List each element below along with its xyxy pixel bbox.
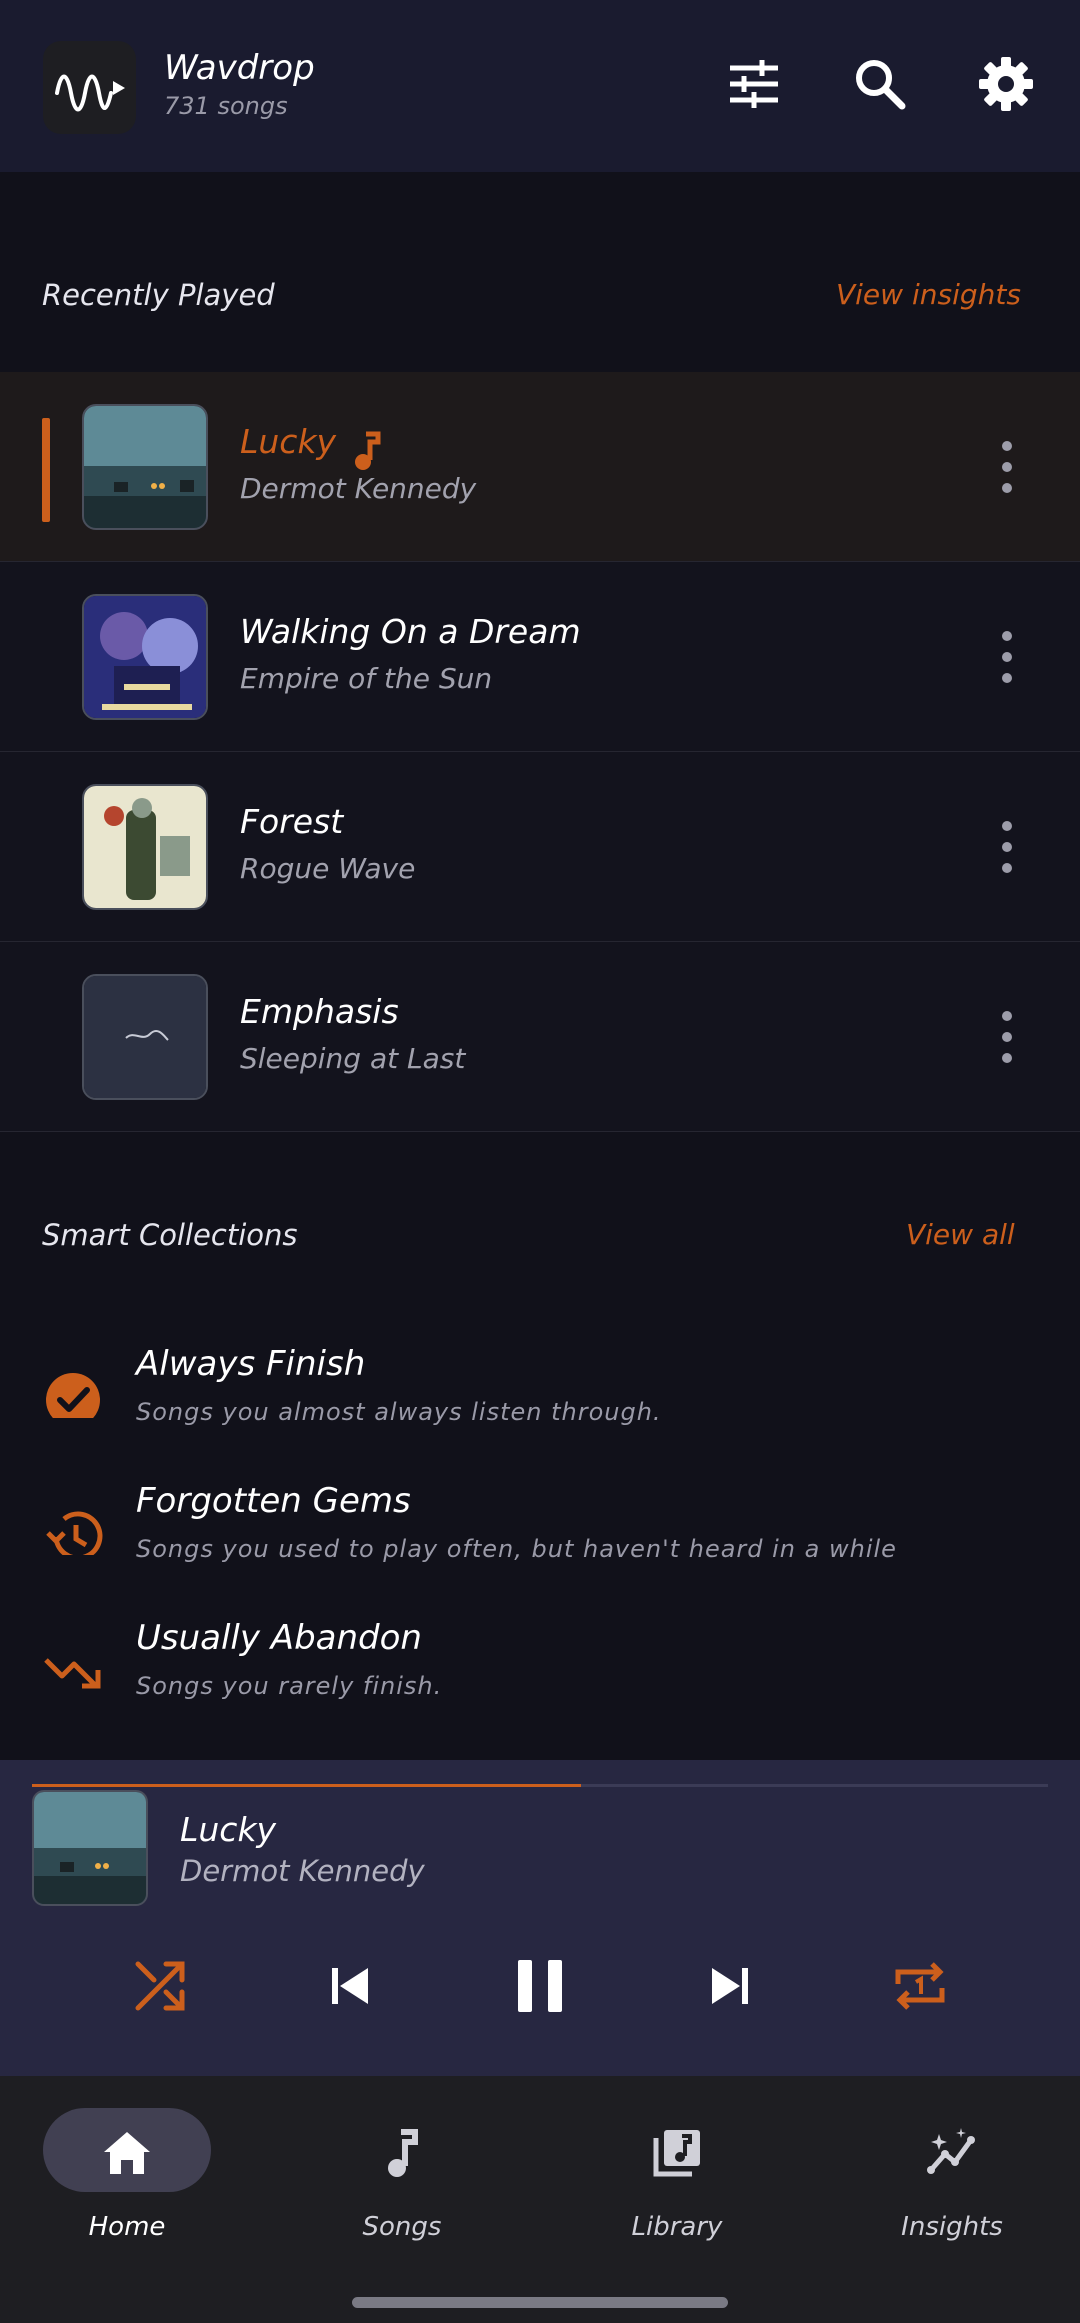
song-title: Walking On a Dream [240,612,581,651]
app-name: Wavdrop [164,48,315,88]
collection-description: Songs you almost always listen through. [136,1398,662,1426]
now-playing-indicator [42,418,50,522]
song-row[interactable]: Lucky Dermot Kennedy [0,372,1080,562]
previous-icon[interactable] [314,1950,386,2022]
collection-title: Usually Abandon [136,1618,422,1658]
song-artist: Sleeping at Last [240,1042,466,1075]
history-icon [42,1493,104,1561]
music-note-icon [375,2126,429,2180]
collection-title: Always Finish [136,1344,366,1384]
pause-icon[interactable] [504,1950,576,2022]
collection-title: Forgotten Gems [136,1481,411,1521]
nav-item-home[interactable]: Home [17,2108,237,2248]
view-insights-link[interactable]: View insights [836,278,1021,311]
now-playing-bar[interactable]: Lucky Dermot Kennedy [0,1760,1080,2076]
section-title-recently-played: Recently Played [42,278,275,312]
gear-icon[interactable] [976,54,1036,114]
collection-description: Songs you used to play often, but haven'… [136,1535,897,1563]
music-note-icon [346,428,386,472]
nav-item-insights[interactable]: Insights [842,2108,1062,2248]
progress-bar[interactable] [32,1784,1048,1787]
nav-label: Songs [362,2212,442,2242]
collection-item[interactable]: Always Finish Songs you almost always li… [0,1334,1080,1464]
song-count: 731 songs [164,92,288,120]
song-artist: Empire of the Sun [240,662,493,695]
section-title-smart-collections: Smart Collections [42,1218,298,1252]
shuffle-icon[interactable] [124,1950,196,2022]
collection-item[interactable]: Forgotten Gems Songs you used to play of… [0,1471,1080,1601]
song-artist: Dermot Kennedy [240,472,477,505]
more-options-icon[interactable] [990,626,1024,688]
nav-item-songs[interactable]: Songs [292,2108,512,2248]
now-playing-title: Lucky [180,1810,277,1849]
now-playing-artist: Dermot Kennedy [180,1854,425,1888]
album-cover [82,404,208,530]
smart-collections-section: Smart Collections View all Always Finish… [0,1134,1080,1760]
home-icon [100,2126,154,2180]
next-icon[interactable] [694,1950,766,2022]
song-row[interactable]: Walking On a Dream Empire of the Sun [0,562,1080,752]
trending-down-icon [42,1630,104,1692]
waveform-play-icon [55,74,125,112]
recently-played-header: Recently Played View insights [0,172,1080,372]
app-header: Wavdrop 731 songs [0,0,1080,172]
nav-item-library[interactable]: Library [567,2108,787,2248]
search-icon[interactable] [850,54,910,114]
collection-item[interactable]: Usually Abandon Songs you rarely finish. [0,1608,1080,1738]
app-logo [43,41,136,134]
nav-label: Insights [901,2212,1003,2242]
progress-fill [32,1784,581,1787]
album-cover [82,594,208,720]
check-circle-icon [42,1356,104,1427]
song-title: Forest [240,802,344,841]
song-artist: Rogue Wave [240,852,416,885]
insights-icon [925,2126,979,2180]
song-row[interactable]: Emphasis Sleeping at Last [0,942,1080,1132]
repeat-one-icon[interactable] [884,1950,956,2022]
album-cover [82,784,208,910]
nav-label: Library [631,2212,723,2242]
song-title: Emphasis [240,992,399,1031]
library-icon [650,2126,704,2180]
sliders-icon[interactable] [724,54,784,114]
song-title: Lucky [240,422,337,461]
view-all-link[interactable]: View all [906,1218,1015,1251]
home-indicator[interactable] [352,2297,728,2308]
more-options-icon[interactable] [990,816,1024,878]
album-cover [82,974,208,1100]
collection-description: Songs you rarely finish. [136,1672,443,1700]
song-row[interactable]: Forest Rogue Wave [0,752,1080,942]
nav-label: Home [88,2212,166,2242]
now-playing-cover [32,1790,148,1906]
more-options-icon[interactable] [990,1006,1024,1068]
more-options-icon[interactable] [990,436,1024,498]
bottom-navigation: Home Songs Library Insights [0,2076,1080,2323]
